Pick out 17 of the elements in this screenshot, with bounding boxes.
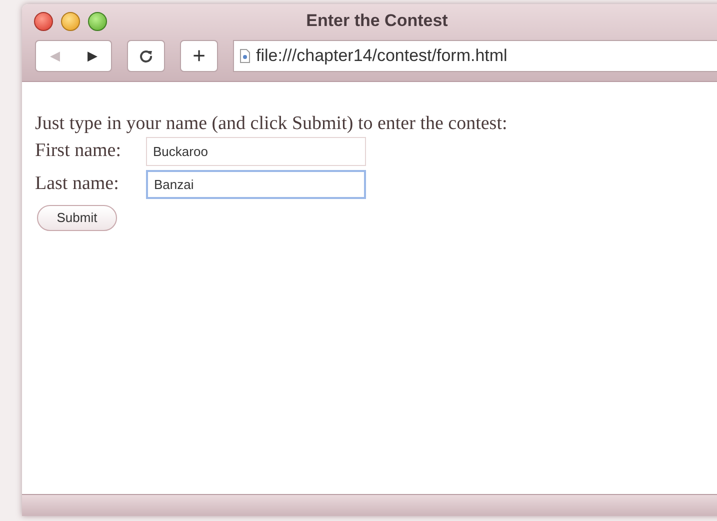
reload-button[interactable] bbox=[127, 40, 165, 72]
address-text: file:///chapter14/contest/form.html bbox=[256, 45, 508, 68]
forward-button[interactable]: ▶ bbox=[74, 41, 111, 71]
close-button[interactable] bbox=[34, 12, 53, 30]
minimize-button[interactable] bbox=[61, 12, 80, 30]
window-title: Enter the Contest bbox=[305, 10, 449, 32]
text-field[interactable]: Buckaroo bbox=[146, 137, 366, 166]
document-icon bbox=[240, 49, 250, 63]
reload-icon bbox=[139, 49, 153, 63]
address-field[interactable]: file:///chapter14/contest/form.html bbox=[233, 40, 717, 72]
text-field[interactable]: Banzai bbox=[146, 170, 366, 199]
field-label: Last name: bbox=[35, 172, 120, 196]
submit-button[interactable]: Submit bbox=[37, 205, 117, 231]
zoom-button[interactable] bbox=[88, 12, 107, 30]
intro-text: Just type in your name (and click Submit) to enter the contest: bbox=[35, 112, 508, 135]
add-bookmark-button[interactable]: + bbox=[180, 40, 218, 72]
field-label: First name: bbox=[35, 139, 122, 164]
